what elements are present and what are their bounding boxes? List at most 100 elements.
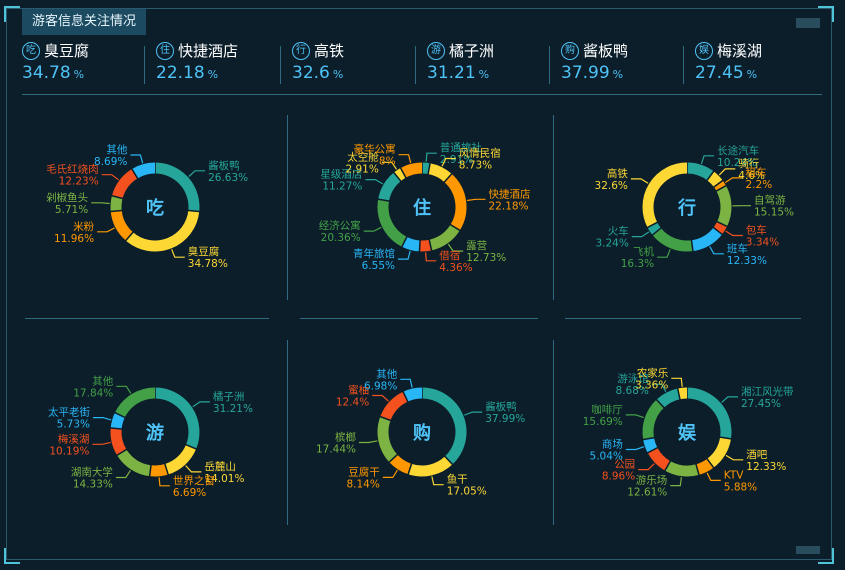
slice-label: 风情民宿 [459, 147, 501, 160]
donut-slice [110, 195, 123, 212]
label-leader [398, 154, 412, 164]
label-leader [93, 417, 112, 421]
slice-label: 商场 [602, 438, 623, 451]
slice-label: 世界之窗 [173, 474, 215, 487]
slice-label: KTV [724, 469, 744, 481]
slice-value: 15.69% [583, 416, 623, 428]
slice-value: 3.24% [595, 238, 628, 250]
label-leader [130, 154, 144, 164]
slice-value: 15.15% [754, 207, 794, 219]
donut-slice [400, 162, 423, 178]
donut-slice [642, 399, 665, 440]
donut-slice [427, 163, 452, 183]
slice-label: 豆腐干 [348, 465, 380, 478]
slice-value: 5.73% [57, 419, 90, 431]
slice-value: 17.44% [316, 444, 356, 456]
slice-label: 太平老街 [48, 406, 90, 419]
label-leader [171, 249, 185, 258]
donut-slice [691, 227, 723, 252]
slice-label: 毛氏红烧肉 [46, 163, 99, 176]
donut-slice [647, 222, 662, 236]
label-leader [466, 198, 486, 202]
label-leader [625, 414, 644, 419]
slice-label: 班车 [727, 242, 748, 255]
slice-value: 12.23% [59, 176, 99, 188]
donut-slice [377, 199, 408, 247]
slice-label: 包车 [746, 224, 767, 237]
slice-label: 经济公寓 [319, 219, 361, 232]
slice-label: 咖啡厅 [591, 404, 623, 416]
donut-slice [716, 185, 732, 227]
slice-label: 长途汽车 [717, 144, 759, 157]
donut-slice [713, 180, 727, 192]
label-leader [398, 250, 411, 260]
slice-label: 借宿 [439, 249, 460, 262]
slice-value: 17.84% [73, 387, 113, 399]
label-leader [359, 440, 378, 444]
slice-value: 6.69% [173, 487, 206, 499]
slice-label: 高铁 [607, 167, 628, 180]
label-leader [706, 472, 721, 481]
slice-value: 6.98% [364, 380, 397, 392]
slice-label: 鱼干 [447, 473, 468, 486]
donut-slice [149, 463, 169, 477]
donut-slice [110, 412, 125, 430]
slice-value: 20.36% [321, 232, 361, 244]
donut-slice [117, 449, 152, 477]
slice-value: 2.91% [345, 163, 378, 175]
label-leader [101, 174, 119, 181]
label-leader [464, 411, 483, 416]
donut-slice [389, 454, 412, 475]
slice-label: 火车 [608, 225, 629, 238]
label-leader [363, 226, 382, 232]
slice-value: 14.33% [73, 479, 113, 491]
donut-charts: 酱板鸭26.63%臭豆腐34.78%米粉11.96%剁椒鱼头5.71%毛氏红烧肉… [46, 141, 795, 499]
donut-center-label: 娱 [678, 422, 697, 444]
slice-value: 12.61% [627, 487, 667, 499]
label-leader [700, 155, 715, 164]
slice-label: 农家乐 [637, 366, 669, 379]
slice-label: 自驾游 [754, 194, 786, 207]
label-leader [365, 179, 384, 185]
slice-value: 5.88% [724, 481, 757, 493]
donut-center-label: 购 [413, 422, 431, 444]
slice-value: 32.6% [595, 180, 628, 192]
donut-slice [706, 436, 731, 468]
donut-chart: 普通旅社2.91%风情民宿8.73%快捷酒店22.18%露营12.73%借宿4.… [319, 141, 531, 274]
label-leader [116, 385, 132, 394]
label-leader [400, 378, 413, 388]
donut-slice [380, 391, 409, 421]
slice-label: 露营 [466, 239, 487, 252]
slice-value: 27.45% [741, 398, 781, 410]
donut-slice [695, 458, 714, 475]
donut-chart: 长途汽车10.24%骑行4.6%租车2.2%自驾游15.15%包车3.34%班车… [595, 144, 795, 270]
label-leader [185, 465, 202, 473]
slice-label: 其他 [376, 367, 397, 380]
donut-slice [686, 162, 714, 181]
slice-value: 16.3% [621, 258, 654, 270]
donut-slice [652, 227, 693, 252]
slice-value: 8% [379, 156, 396, 168]
slice-label: 橘子洲 [213, 391, 245, 403]
donut-slice [408, 456, 453, 477]
donut-center-label: 住 [413, 197, 431, 219]
donut-chart: 湘江风光带27.45%酒吧12.33%KTV5.88%游乐场12.61%公园8.… [583, 366, 794, 498]
label-leader [671, 377, 683, 387]
slice-value: 17.05% [447, 486, 487, 498]
donut-slice [677, 387, 688, 400]
slice-value: 8.14% [346, 478, 379, 490]
donut-slice [378, 172, 402, 202]
label-leader [382, 469, 398, 478]
slice-label: 酱板鸭 [485, 400, 517, 413]
donut-slice [713, 221, 728, 235]
slice-value: 3.36% [635, 379, 668, 391]
donut-slice [656, 388, 681, 408]
label-leader [425, 152, 437, 162]
donut-slice [643, 437, 658, 453]
slice-label: 飞机 [633, 245, 654, 258]
slice-value: 5.71% [55, 204, 88, 216]
slice-label: 租车 [746, 166, 767, 179]
label-leader [625, 446, 645, 451]
slice-label: 槟榔 [335, 431, 356, 444]
slice-value: 5.04% [590, 451, 623, 463]
